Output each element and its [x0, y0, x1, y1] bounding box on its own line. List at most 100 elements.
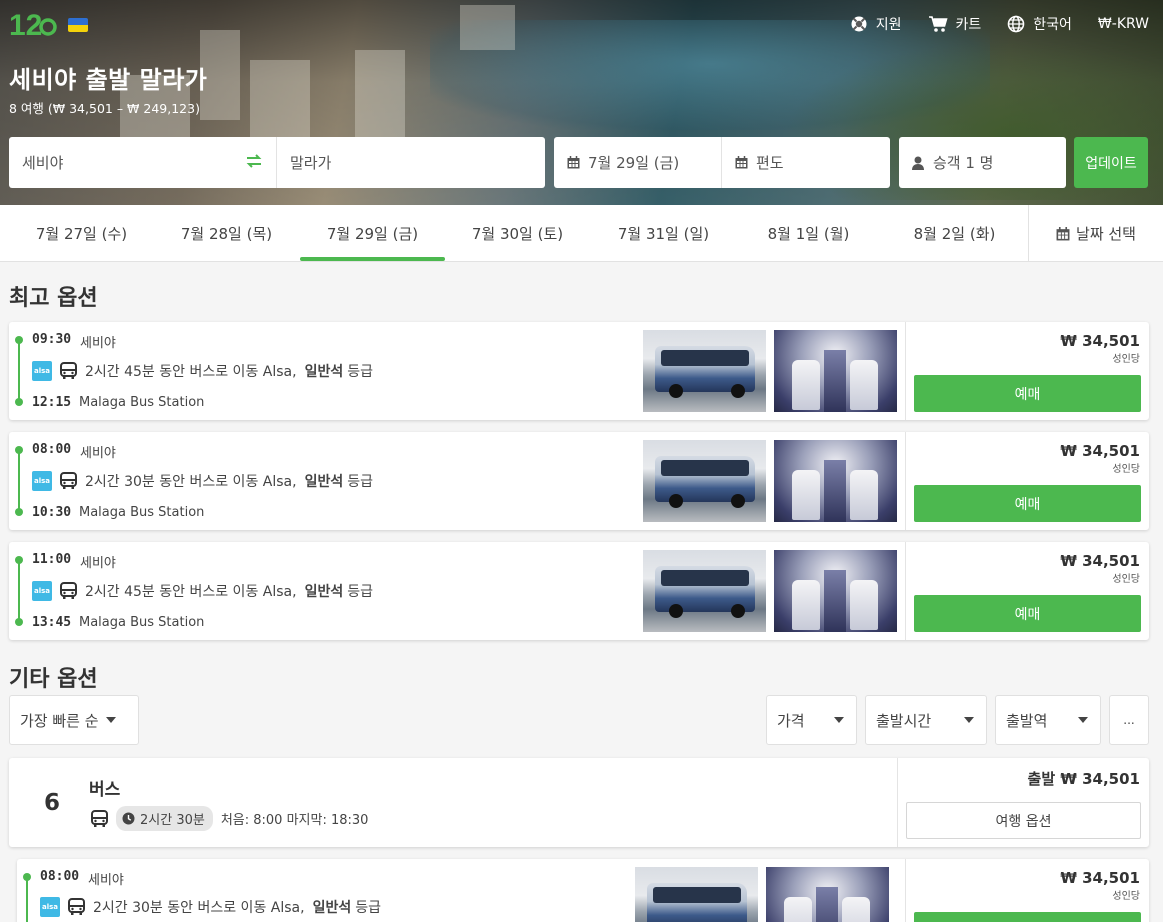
departure-time: 08:00: [40, 869, 80, 884]
timeline-dot: [15, 508, 23, 516]
cart-label: 카트: [955, 17, 982, 33]
operator-line: alsa 2시간 45분 동안 버스로 이동 Alsa, 일반석 등급: [32, 581, 373, 601]
timeline-line: [18, 450, 20, 512]
price-column: ₩ 34,501 성인당 예매: [905, 542, 1149, 640]
price-column: ₩ 34,501 성인당 예매: [905, 432, 1149, 530]
arrival-place: Malaga Bus Station: [79, 505, 205, 520]
calendar-icon: [567, 156, 580, 169]
caret-down-icon: [834, 717, 844, 723]
departure-station-filter[interactable]: 출발역: [995, 695, 1101, 745]
bus-icon: [60, 582, 77, 599]
seat-class: 일반석: [304, 584, 344, 600]
trip-type-field[interactable]: 편도: [722, 137, 890, 188]
operator-line: alsa 2시간 30분 동안 버스로 이동 Alsa, 일반석 등급: [32, 471, 373, 491]
svg-text:12: 12: [9, 9, 42, 40]
bus-exterior-photo[interactable]: [643, 330, 766, 412]
language-label: 한국어: [1033, 17, 1072, 33]
bus-interior-photo[interactable]: [774, 330, 897, 412]
price-column: ₩ 34,501 성인당: [905, 859, 1149, 922]
currency-label: ₩-KRW: [1097, 16, 1149, 32]
departure-time: 09:30: [32, 332, 72, 347]
group-title: 버스: [89, 780, 121, 800]
date-tab-active[interactable]: 7월 29일 (금): [300, 205, 445, 262]
date-tab[interactable]: 8월 1일 (월): [736, 205, 881, 262]
top-nav: 지원 카트 한국어 ₩-KRW: [850, 14, 1149, 34]
bus-exterior-photo[interactable]: [643, 550, 766, 632]
trip-price: ₩ 34,501: [1060, 552, 1140, 570]
price-filter[interactable]: 가격: [766, 695, 857, 745]
book-button[interactable]: 예매: [914, 595, 1141, 632]
date-tab[interactable]: 7월 31일 (일): [591, 205, 736, 262]
ukraine-flag-icon: [68, 18, 88, 32]
group-price-column: 출발 ₩ 34,501 여행 옵션: [897, 758, 1149, 847]
class-suffix: 등급: [355, 900, 381, 916]
departure-time: 11:00: [32, 552, 72, 567]
language-selector[interactable]: 한국어: [1007, 14, 1072, 34]
passengers-value: 승객 1 명: [933, 154, 994, 172]
pick-date-label: 날짜 선택: [1076, 225, 1136, 243]
arrival-place: Malaga Bus Station: [79, 395, 205, 410]
passengers-field[interactable]: 승객 1 명: [899, 137, 1066, 188]
price-per: 성인당: [1112, 891, 1140, 902]
bus-interior-photo[interactable]: [774, 550, 897, 632]
arrival-place: Malaga Bus Station: [79, 615, 205, 630]
price-column: ₩ 34,501 성인당 예매: [905, 322, 1149, 420]
sub-trip-card: 08:00 세비야 alsa 2시간 30분 동안 버스로 이동 Alsa, 일…: [17, 859, 1149, 922]
class-suffix: 등급: [347, 474, 373, 490]
date-tab[interactable]: 7월 27일 (수): [9, 205, 154, 262]
timeline-dot: [15, 398, 23, 406]
date-tab[interactable]: 7월 28일 (목): [154, 205, 299, 262]
trip-price: ₩ 34,501: [1060, 442, 1140, 460]
bus-exterior-photo[interactable]: [643, 440, 766, 522]
price-filter-label: 가격: [777, 711, 805, 730]
trip-options-button[interactable]: 여행 옵션: [906, 802, 1141, 839]
pick-date-button[interactable]: 날짜 선택: [1028, 205, 1163, 262]
logo-icon[interactable]: 12: [9, 8, 59, 40]
date-tab[interactable]: 8월 2일 (화): [882, 205, 1027, 262]
timeline-line: [18, 340, 20, 402]
support-link[interactable]: 지원: [850, 14, 902, 34]
swap-icon[interactable]: [246, 153, 262, 169]
to-value: 말라가: [290, 154, 332, 172]
update-button[interactable]: 업데이트: [1074, 137, 1148, 188]
bus-interior-photo[interactable]: [766, 867, 889, 922]
class-suffix: 등급: [347, 584, 373, 600]
bus-icon: [60, 472, 77, 489]
book-button[interactable]: 예매: [914, 375, 1141, 412]
book-button[interactable]: 예매: [914, 485, 1141, 522]
currency-selector[interactable]: ₩-KRW: [1098, 14, 1149, 34]
operator-line: alsa 2시간 45분 동안 버스로 이동 Alsa, 일반석 등급: [32, 361, 373, 381]
bus-exterior-photo[interactable]: [635, 867, 758, 922]
date-tab[interactable]: 7월 30일 (토): [445, 205, 590, 262]
alsa-logo: alsa: [32, 471, 52, 491]
from-field[interactable]: 세비야: [9, 137, 277, 188]
timeline-dot: [15, 556, 23, 564]
trip-price: ₩ 34,501: [1060, 869, 1140, 887]
operator-line: alsa 2시간 30분 동안 버스로 이동 Alsa, 일반석 등급: [40, 897, 381, 917]
trip-type-value: 편도: [756, 154, 784, 172]
timeline-dot: [23, 873, 31, 881]
group-meta: 2시간 30분 처음: 8:00 마지막: 18:30: [91, 806, 368, 831]
other-options-heading: 기타 옵션: [9, 667, 98, 692]
sort-label: 가장 빠른 순: [20, 711, 99, 730]
arrival-time: 10:30: [32, 505, 72, 520]
date-field[interactable]: 7월 29일 (금): [554, 137, 722, 188]
timeline-dot: [15, 336, 23, 344]
book-button[interactable]: [914, 912, 1141, 922]
to-field[interactable]: 말라가: [277, 137, 545, 188]
departure-time-filter[interactable]: 출발시간: [865, 695, 987, 745]
more-filters-button[interactable]: ...: [1109, 695, 1149, 745]
calendar-icon: [735, 156, 748, 169]
bus-icon: [60, 362, 77, 379]
departure-place: 세비야: [88, 873, 124, 888]
globe-icon: [1007, 15, 1025, 33]
cart-link[interactable]: 카트: [928, 14, 982, 34]
bus-interior-photo[interactable]: [774, 440, 897, 522]
page-title: 세비야 출발 말라가: [9, 66, 208, 94]
user-icon: [912, 156, 924, 170]
trip-card: 08:00 세비야 alsa 2시간 30분 동안 버스로 이동 Alsa, 일…: [9, 432, 1149, 530]
trip-description: 2시간 30분 동안 버스로 이동 Alsa,: [85, 474, 297, 490]
duration-label: 2시간 30분: [140, 813, 205, 828]
clock-icon: [122, 812, 135, 825]
sort-dropdown[interactable]: 가장 빠른 순: [9, 695, 139, 745]
